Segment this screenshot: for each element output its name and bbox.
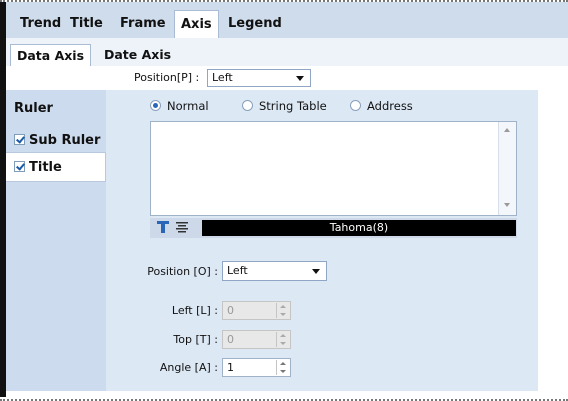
axis-position-select[interactable]: Left	[207, 69, 311, 87]
radio-normal[interactable]: Normal	[150, 97, 209, 115]
tab-axis[interactable]: Axis	[174, 10, 219, 38]
axis-position-label: Position[P] :	[134, 71, 200, 84]
side-item-label: Ruler	[14, 101, 53, 116]
stepper-down-icon[interactable]	[280, 342, 286, 345]
side-item-ruler[interactable]: Ruler	[6, 94, 106, 124]
side-item-label: Title	[29, 160, 62, 175]
axis-position-value: Left	[212, 71, 233, 84]
left-value: 0	[227, 304, 234, 317]
left-label: Left [L] :	[171, 304, 218, 317]
title-position-label: Position [O] :	[147, 265, 218, 278]
scroll-down-icon[interactable]	[504, 203, 510, 207]
main-tab-bar: Trend Title Frame Axis Legend	[6, 2, 568, 38]
stepper-buttons	[276, 332, 289, 347]
stepper-down-icon[interactable]	[280, 370, 286, 373]
radio-label: Address	[367, 99, 413, 113]
angle-label: Angle [A] :	[159, 361, 218, 374]
checkbox-title[interactable]	[14, 161, 25, 172]
radio-unselected-icon	[242, 100, 253, 111]
title-text-area[interactable]	[150, 121, 517, 216]
font-display[interactable]: Tahoma(8)	[202, 220, 516, 236]
stepper-buttons	[276, 303, 289, 318]
stepper-up-icon[interactable]	[280, 362, 286, 365]
radio-address[interactable]: Address	[350, 97, 413, 115]
font-toolbar: Tahoma(8)	[150, 218, 517, 238]
tab-legend[interactable]: Legend	[222, 10, 288, 38]
tab-frame[interactable]: Frame	[114, 10, 172, 38]
top-value: 0	[227, 333, 234, 346]
font-icon[interactable]	[156, 220, 170, 238]
stepper-up-icon[interactable]	[280, 334, 286, 337]
side-item-title[interactable]: Title	[6, 152, 106, 182]
top-stepper[interactable]: 0	[222, 330, 291, 349]
title-settings-panel: Normal String Table Address Tahoma(8) Po…	[106, 90, 538, 391]
radio-selected-icon	[150, 100, 161, 111]
scroll-up-icon[interactable]	[504, 128, 510, 132]
stepper-down-icon[interactable]	[280, 313, 286, 316]
tab-date-axis[interactable]: Date Axis	[98, 44, 177, 66]
chevron-down-icon	[312, 269, 320, 274]
stepper-buttons	[276, 360, 289, 375]
tab-trend[interactable]: Trend	[14, 10, 67, 38]
sub-tab-bar: Data Axis Date Axis	[6, 38, 568, 67]
radio-unselected-icon	[350, 100, 361, 111]
align-center-icon[interactable]	[176, 220, 188, 238]
stepper-up-icon[interactable]	[280, 305, 286, 308]
title-position-select[interactable]: Left	[222, 261, 327, 281]
top-label: Top [T] :	[173, 333, 218, 346]
checkbox-sub-ruler[interactable]	[14, 134, 25, 145]
side-item-label: Sub Ruler	[29, 133, 101, 148]
side-panel: Ruler Sub Ruler Title	[6, 90, 106, 391]
radio-label: Normal	[167, 99, 209, 113]
radio-string-table[interactable]: String Table	[242, 97, 327, 115]
tab-title[interactable]: Title	[64, 10, 109, 38]
tab-data-axis[interactable]: Data Axis	[10, 44, 92, 66]
radio-label: String Table	[259, 99, 327, 113]
left-stepper[interactable]: 0	[222, 301, 291, 320]
chevron-down-icon	[296, 76, 304, 81]
angle-value: 1	[227, 361, 234, 374]
angle-stepper[interactable]: 1	[222, 358, 291, 377]
title-position-value: Left	[227, 264, 248, 277]
text-area-scrollbar[interactable]	[498, 122, 516, 215]
